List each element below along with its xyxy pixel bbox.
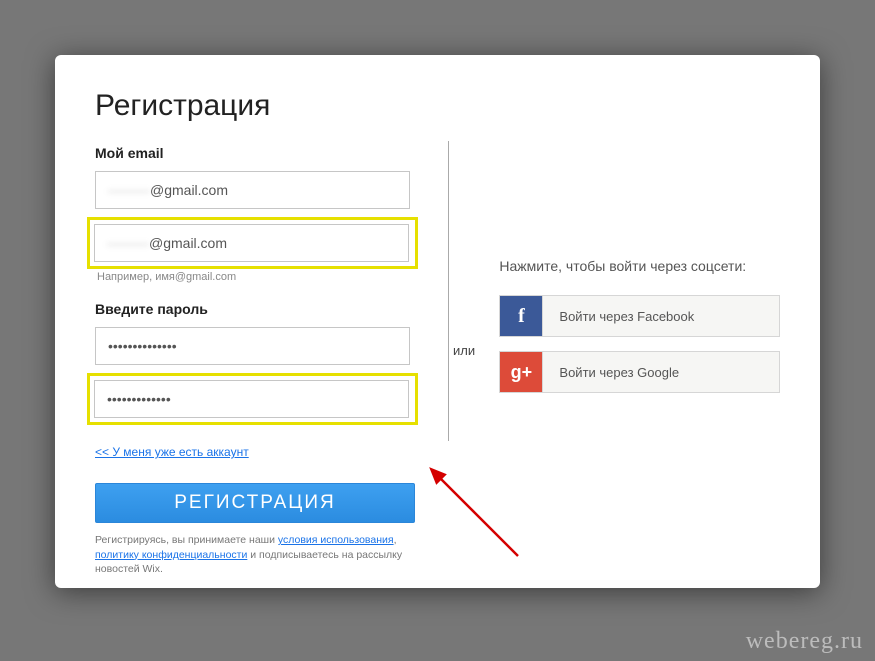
google-label: Войти через Google [542, 352, 779, 392]
email-confirm-blurred-part: ——— [107, 235, 149, 251]
facebook-icon: f [500, 296, 542, 336]
password-label: Введите пароль [95, 301, 418, 317]
email-label: Мой email [95, 145, 418, 161]
submit-button[interactable]: РЕГИСТРАЦИЯ [95, 483, 415, 523]
password-confirm-field[interactable]: ••••••••••••• [94, 380, 409, 418]
google-plus-icon: g+ [500, 352, 542, 392]
form-right-column: Нажмите, чтобы войти через соцсети: f Во… [499, 141, 780, 577]
password-field[interactable]: •••••••••••••• [95, 327, 410, 365]
google-login-button[interactable]: g+ Войти через Google [499, 351, 780, 393]
or-label: или [453, 339, 475, 362]
facebook-login-button[interactable]: f Войти через Facebook [499, 295, 780, 337]
email-field[interactable]: ———@gmail.com [95, 171, 410, 209]
form-columns: Мой email ———@gmail.com ———@gmail.com На… [95, 141, 780, 577]
social-hint: Нажмите, чтобы войти через соцсети: [499, 256, 780, 277]
page-title: Регистрация [95, 89, 780, 123]
privacy-link[interactable]: политику конфиденциальности [95, 549, 247, 561]
email-blurred-part: ——— [108, 182, 150, 198]
email-confirm-suffix: @gmail.com [149, 235, 227, 251]
email-confirm-field[interactable]: ———@gmail.com [94, 224, 409, 262]
form-left-column: Мой email ———@gmail.com ———@gmail.com На… [95, 141, 418, 577]
facebook-label: Войти через Facebook [542, 296, 779, 336]
email-confirm-highlight: ———@gmail.com [87, 217, 418, 269]
email-input-wrap: ———@gmail.com [95, 171, 418, 209]
terms-text: Регистрируясь, вы принимаете наши услови… [95, 533, 415, 577]
password-input-wrap: •••••••••••••• [95, 327, 418, 365]
vertical-divider [448, 141, 449, 441]
email-hint: Например, имя@gmail.com [97, 271, 418, 283]
tos-link[interactable]: условия использования [278, 534, 394, 546]
login-link[interactable]: << У меня уже есть аккаунт [95, 445, 249, 459]
password-confirm-highlight: ••••••••••••• [87, 373, 418, 425]
email-suffix: @gmail.com [150, 182, 228, 198]
registration-dialog: Регистрация Мой email ———@gmail.com ———@… [55, 55, 820, 588]
watermark: webereg.ru [746, 628, 863, 655]
